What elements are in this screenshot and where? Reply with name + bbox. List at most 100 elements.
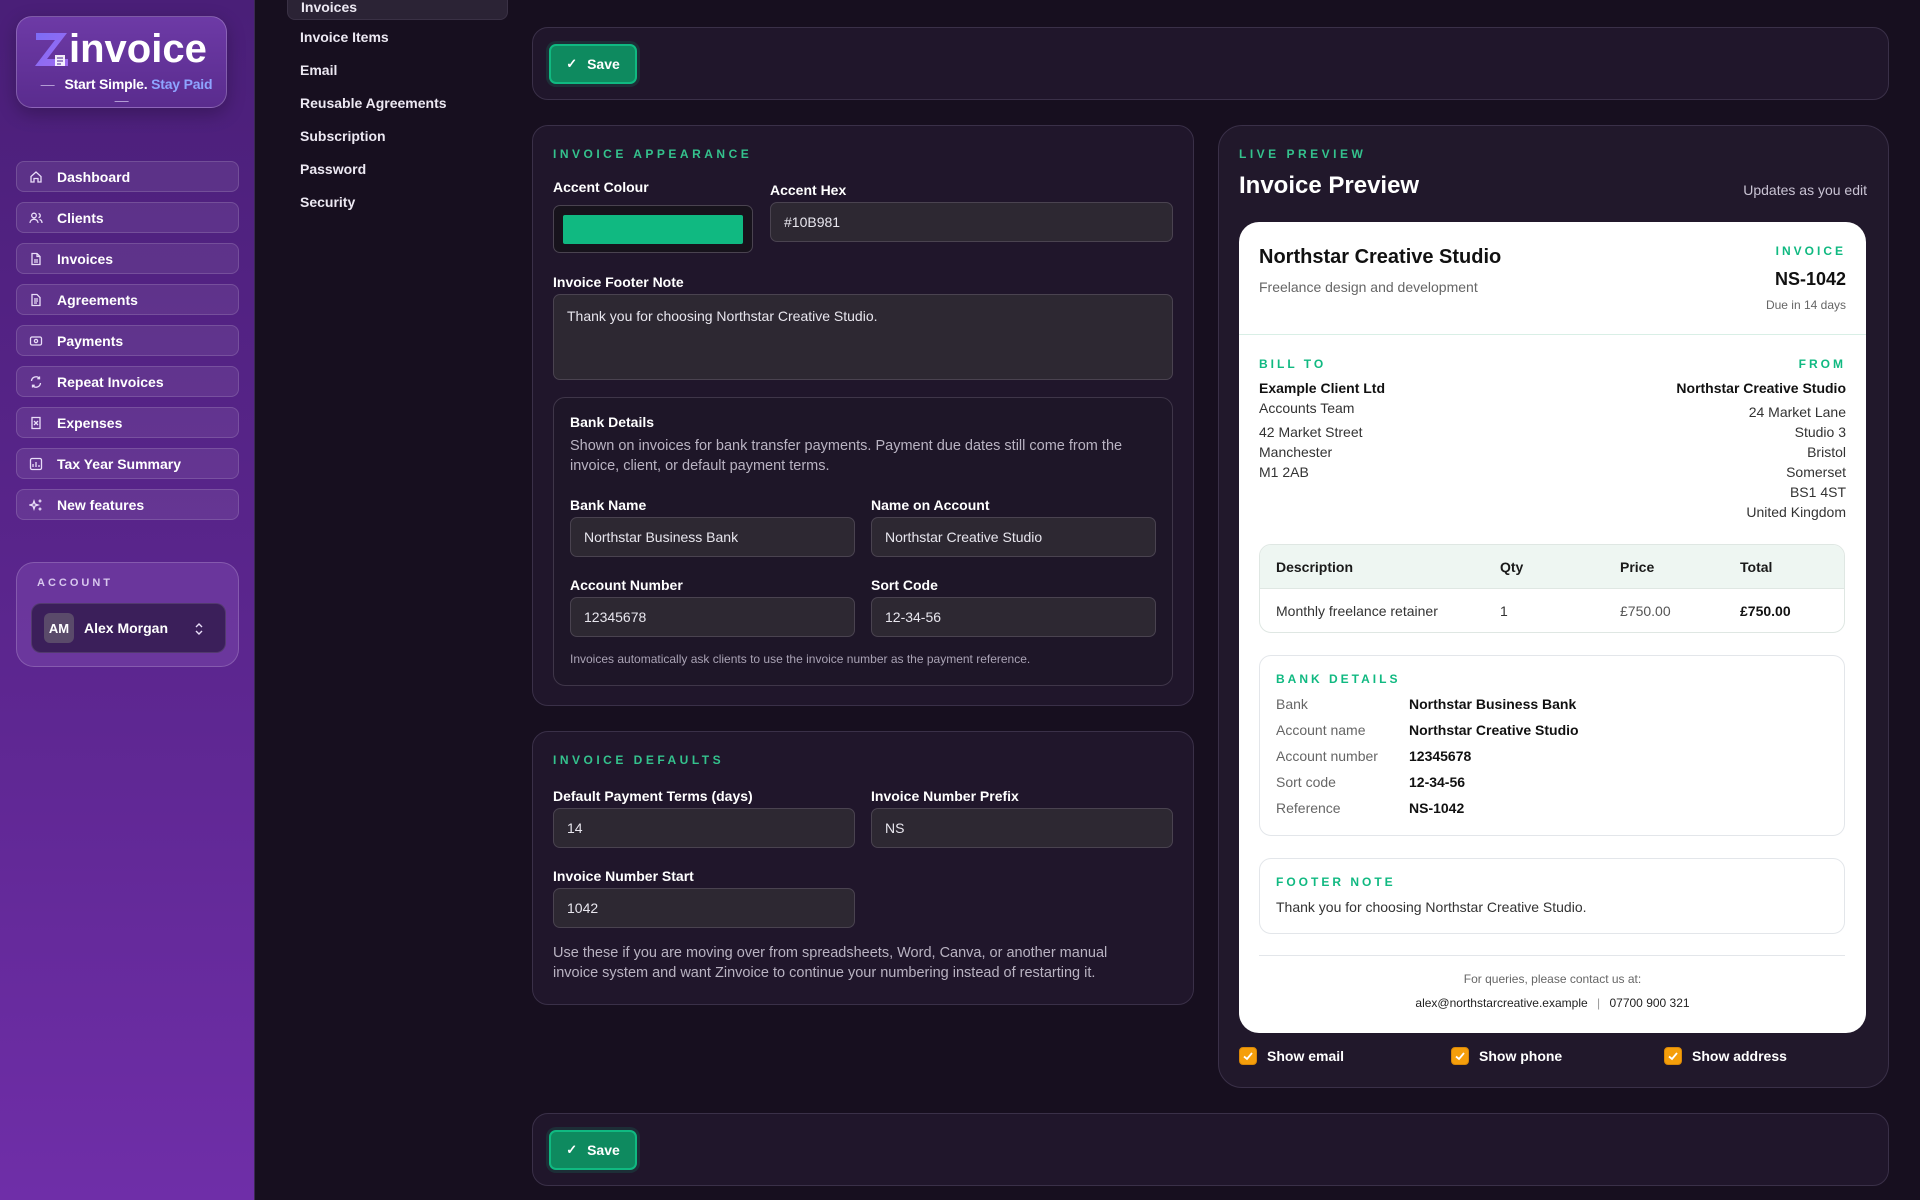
account-number-label: Account Number [570, 577, 683, 593]
bill-to-line: Manchester [1259, 444, 1333, 460]
sidebar-item-dashboard[interactable]: Dashboard [16, 161, 239, 192]
checkbox-checked-icon [1239, 1047, 1257, 1065]
from-line: BS1 4ST [1789, 484, 1846, 500]
account-number-input[interactable]: 12345678 [570, 597, 855, 637]
sidebar-item-payments[interactable]: Payments [16, 325, 239, 356]
bank-row-label: Sort code [1276, 774, 1336, 790]
from-line: Northstar Creative Studio [1676, 380, 1846, 396]
payment-terms-input[interactable]: 14 [553, 808, 855, 848]
sidebar-item-clients[interactable]: Clients [16, 202, 239, 233]
table-header-cell: Price [1620, 559, 1655, 575]
settings-nav-item-email[interactable]: Email [300, 62, 337, 78]
settings-nav-item-subscription[interactable]: Subscription [300, 128, 386, 144]
logo[interactable]: invoice [33, 27, 207, 71]
preview-footer-text: Thank you for choosing Northstar Creativ… [1276, 899, 1587, 915]
bank-row-value: 12-34-56 [1409, 774, 1466, 790]
settings-nav-item-reusable-agreements[interactable]: Reusable Agreements [300, 95, 447, 111]
chart-icon [29, 457, 43, 471]
from-line: Bristol [1807, 444, 1846, 460]
account-title: ACCOUNT [37, 577, 113, 589]
check-icon: ✓ [566, 56, 578, 71]
preview-company-sub: Freelance design and development [1259, 279, 1478, 295]
sidebar-item-repeat-invoices[interactable]: Repeat Invoices [16, 366, 239, 397]
bank-row-value: NS-1042 [1409, 800, 1465, 816]
preview-contact-line: alex@northstarcreative.example | 07700 9… [1239, 996, 1866, 1010]
from-line: Studio 3 [1794, 424, 1846, 440]
bank-row-label: Bank [1276, 696, 1308, 712]
show-address-toggle[interactable]: Show address [1664, 1047, 1787, 1065]
preview-footer-note: FOOTER NOTE Thank you for choosing North… [1259, 858, 1845, 934]
brand-name: invoice [69, 27, 207, 71]
bank-name-input[interactable]: Northstar Business Bank [570, 517, 855, 557]
settings-nav-item-security[interactable]: Security [300, 194, 355, 210]
account-switcher[interactable]: AM Alex Morgan [31, 603, 226, 653]
file-icon [29, 252, 43, 266]
preview-bank-label: BANK DETAILS [1276, 672, 1401, 686]
settings-nav-item-invoices[interactable]: Invoices [287, 0, 508, 20]
settings-nav-item-password[interactable]: Password [300, 161, 366, 177]
defaults-help-text: Use these if you are moving over from sp… [553, 945, 1108, 981]
preview-divider [1239, 334, 1866, 335]
accent-hex-input[interactable]: #10B981 [770, 202, 1173, 242]
bill-to-line: Example Client Ltd [1259, 380, 1386, 396]
table-cell: Monthly freelance retainer [1276, 603, 1438, 619]
accent-colour-swatch [563, 215, 743, 244]
preview-footer-divider [1259, 955, 1845, 956]
preview-contact-intro: For queries, please contact us at: [1463, 972, 1642, 986]
sidebar-item-tax-year-summary[interactable]: Tax Year Summary [16, 448, 239, 479]
accent-colour-picker[interactable] [553, 205, 753, 253]
bank-details-title: Bank Details [570, 414, 655, 430]
invoice-preview-paper: Northstar Creative Studio Freelance desi… [1239, 222, 1866, 1033]
preview-contact-phone: 07700 900 321 [1609, 996, 1690, 1010]
sidebar-item-new-features[interactable]: New features [16, 489, 239, 520]
sidebar-item-invoices[interactable]: Invoices [16, 243, 239, 274]
defaults-heading: INVOICE DEFAULTS [553, 753, 725, 767]
bank-reference-note: Invoices automatically ask clients to us… [570, 652, 1031, 666]
top-save-bar: ✓ Save [532, 27, 1889, 100]
accent-colour-label: Accent Colour [553, 179, 649, 195]
settings-nav-item-invoice-items[interactable]: Invoice Items [300, 29, 389, 45]
preview-due: Due in 14 days [1765, 298, 1846, 312]
bottom-save-bar: ✓ Save [532, 1113, 1889, 1186]
invoice-prefix-label: Invoice Number Prefix [871, 788, 1019, 804]
sort-code-input[interactable]: 12-34-56 [871, 597, 1156, 637]
table-cell: £750.00 [1620, 603, 1671, 619]
line-items-table: Description Qty Price Total Monthly free… [1259, 544, 1845, 633]
bank-row-label: Account name [1276, 722, 1366, 738]
table-header: Description Qty Price Total [1260, 545, 1844, 589]
preview-title: Invoice Preview [1239, 172, 1420, 199]
avatar: AM [44, 613, 74, 643]
account-name: Alex Morgan [84, 620, 169, 636]
check-icon: ✓ [566, 1142, 578, 1157]
table-cell: 1 [1500, 603, 1508, 619]
invoice-prefix-input[interactable]: NS [871, 808, 1173, 848]
checkbox-checked-icon [1451, 1047, 1469, 1065]
home-icon [29, 170, 43, 184]
accent-hex-label: Accent Hex [770, 182, 847, 198]
from-line: Somerset [1786, 464, 1846, 480]
bank-row-label: Account number [1276, 748, 1378, 764]
main-nav: Dashboard Clients Invoices Agreements Pa… [16, 161, 239, 530]
sidebar-item-agreements[interactable]: Agreements [16, 284, 239, 315]
sort-code-label: Sort Code [871, 577, 938, 593]
users-icon [29, 211, 43, 225]
preview-contact-email: alex@northstarcreative.example [1415, 996, 1588, 1010]
footer-note-textarea[interactable]: Thank you for choosing Northstar Creativ… [553, 294, 1173, 380]
table-header-cell: Description [1276, 559, 1354, 575]
appearance-heading: INVOICE APPEARANCE [553, 147, 753, 161]
file-text-icon [29, 293, 43, 307]
bank-row-value: Northstar Business Bank [1409, 696, 1577, 712]
save-button[interactable]: ✓ Save [549, 44, 637, 84]
show-phone-toggle[interactable]: Show phone [1451, 1047, 1562, 1065]
preview-updates-note: Updates as you edit [1743, 182, 1867, 198]
show-email-toggle[interactable]: Show email [1239, 1047, 1344, 1065]
sidebar-item-expenses[interactable]: Expenses [16, 407, 239, 438]
bank-details-description: Shown on invoices for bank transfer paym… [570, 438, 1123, 474]
save-button[interactable]: ✓ Save [549, 1130, 637, 1170]
account-name-input[interactable]: Northstar Creative Studio [871, 517, 1156, 557]
chevron-up-down-icon [195, 623, 203, 635]
invoice-start-input[interactable]: 1042 [553, 888, 855, 928]
invoice-start-label: Invoice Number Start [553, 868, 694, 884]
account-name-label: Name on Account [871, 497, 990, 513]
zinvoice-logo-icon [35, 33, 68, 66]
